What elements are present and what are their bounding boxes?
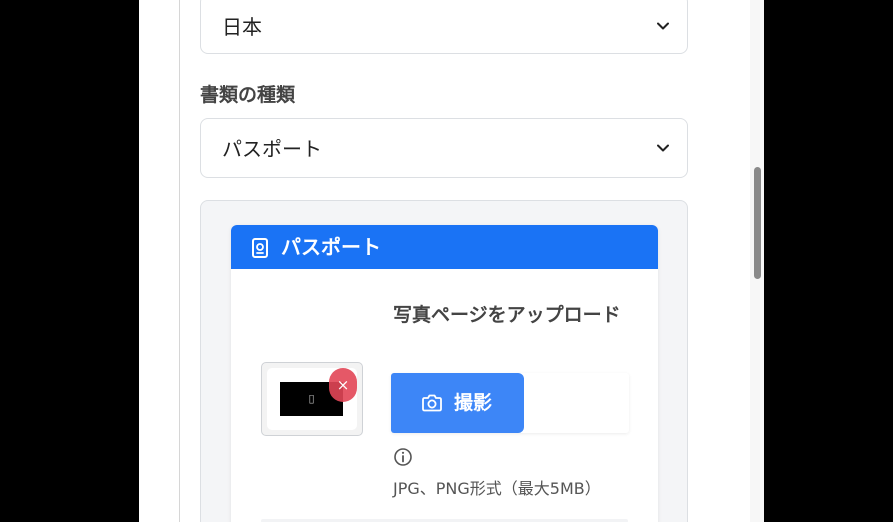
chevron-down-icon (657, 22, 669, 30)
capture-row: 撮影 (391, 373, 629, 433)
country-select[interactable]: 日本 (200, 0, 688, 54)
chevron-down-icon (657, 144, 669, 152)
remove-photo-button[interactable]: × (329, 368, 357, 402)
document-type-select-value: パスポート (222, 137, 322, 161)
country-select-value: 日本 (222, 15, 262, 39)
page: 日本 書類の種類 パスポート パスポート ▯ × 写真ページをアップロード 撮影… (139, 0, 764, 522)
passport-card-title: パスポート (281, 235, 381, 259)
upload-title: 写真ページをアップロード (393, 304, 621, 326)
capture-button-label: 撮影 (454, 392, 493, 414)
document-type-select[interactable]: パスポート (200, 118, 688, 178)
passport-upload-card: パスポート ▯ × 写真ページをアップロード 撮影 JPG、PNG形式（最大5M… (231, 225, 658, 522)
file-format-note: JPG、PNG形式（最大5MB） (393, 479, 601, 498)
info-icon (394, 448, 412, 466)
passport-card-header: パスポート (231, 225, 658, 269)
document-type-label: 書類の種類 (200, 84, 296, 106)
scrollbar-thumb[interactable] (754, 167, 761, 279)
passport-icon (252, 238, 268, 258)
capture-button[interactable]: 撮影 (391, 373, 524, 433)
camera-icon (422, 394, 442, 412)
